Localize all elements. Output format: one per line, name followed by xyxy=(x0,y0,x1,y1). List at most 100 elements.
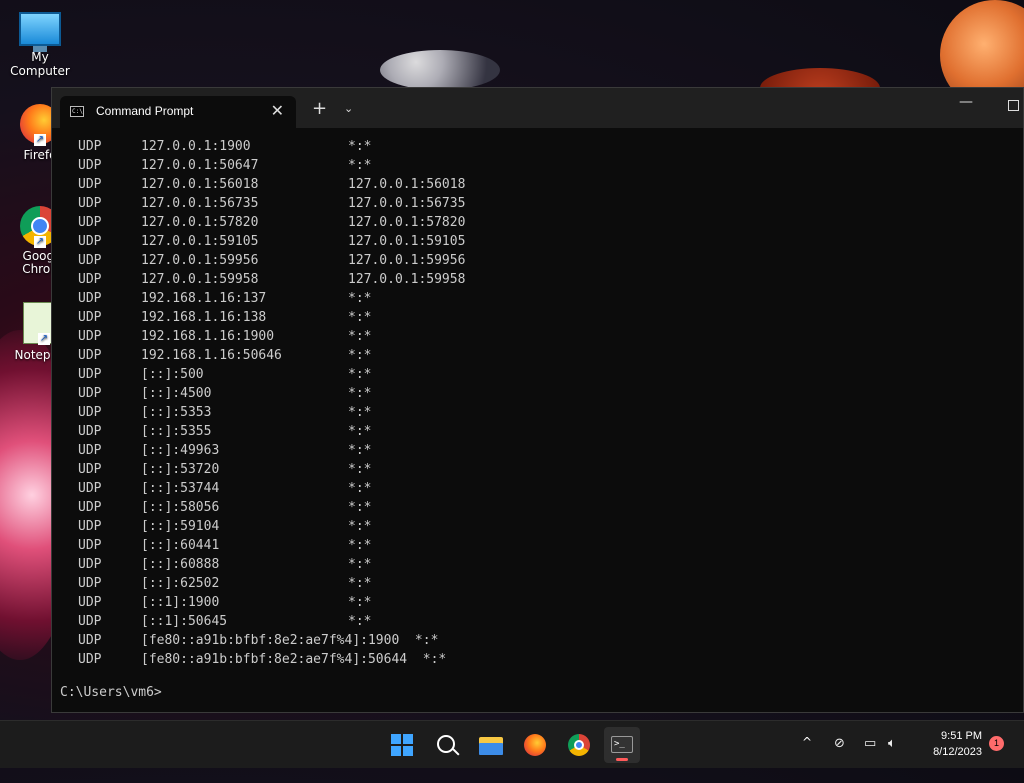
wallpaper-bubble xyxy=(380,50,500,90)
shortcut-arrow-icon: ↗ xyxy=(34,134,46,146)
protocol-cell: UDP xyxy=(78,196,102,211)
local-address-cell: 127.0.0.1:57820 xyxy=(141,215,259,230)
show-hidden-icons-button[interactable]: ^ xyxy=(802,735,812,783)
foreign-address-cell: *:* xyxy=(348,291,372,306)
terminal-row: UDP [::]:53720 *:* xyxy=(78,460,997,479)
start-icon xyxy=(391,734,401,744)
protocol-cell: UDP xyxy=(78,424,102,439)
terminal-row: UDP [::1]:50645 *:* xyxy=(78,612,997,631)
terminal-row: UDP [::]:60441 *:* xyxy=(78,536,997,555)
computer-icon xyxy=(19,12,61,52)
file-explorer-button[interactable] xyxy=(473,727,509,763)
foreign-address-cell: *:* xyxy=(348,158,372,173)
new-tab-button[interactable]: + xyxy=(312,98,327,119)
local-address-cell: [::1]:1900 xyxy=(141,595,220,610)
terminal-row: UDP [::]:4500 *:* xyxy=(78,384,997,403)
foreign-address-cell: *:* xyxy=(348,557,372,572)
local-address-cell: 192.168.1.16:138 xyxy=(141,310,267,325)
local-address-cell: 192.168.1.16:137 xyxy=(141,291,267,306)
local-address-cell: 127.0.0.1:50647 xyxy=(141,158,259,173)
protocol-cell: UDP xyxy=(78,519,102,534)
search-button[interactable] xyxy=(428,727,464,763)
cmd-icon: C:\ xyxy=(70,106,84,117)
local-address-cell: 127.0.0.1:56735 xyxy=(141,196,259,211)
search-icon-handle xyxy=(452,748,460,756)
tab-command-prompt[interactable]: C:\ Command Prompt ✕ xyxy=(60,96,296,128)
foreign-address-cell: 127.0.0.1:59105 xyxy=(348,234,466,249)
protocol-cell: UDP xyxy=(78,139,102,154)
local-address-cell: [::]:53744 xyxy=(141,481,220,496)
terminal-row: UDP 127.0.0.1:59958 127.0.0.1:59958 xyxy=(78,270,997,289)
terminal-row: UDP [fe80::a91b:bfbf:8e2:ae7f%4]:1900 *:* xyxy=(78,631,997,650)
title-bar[interactable]: C:\ Command Prompt ✕ + ⌄ — xyxy=(52,88,1023,128)
protocol-cell: UDP xyxy=(78,652,102,667)
clock-time: 9:51 PM xyxy=(941,730,982,742)
start-button[interactable] xyxy=(384,727,420,763)
shortcut-arrow-icon: ↗ xyxy=(38,333,50,345)
terminal-row: UDP [::]:49963 *:* xyxy=(78,441,997,460)
network-icon[interactable]: ⊘ xyxy=(834,736,845,751)
protocol-cell: UDP xyxy=(78,443,102,458)
foreign-address-cell: *:* xyxy=(348,310,372,325)
terminal-row: UDP 127.0.0.1:56018 127.0.0.1:56018 xyxy=(78,175,997,194)
local-address-cell: [::]:62502 xyxy=(141,576,220,591)
command-prompt-line[interactable]: C:\Users\vm6> xyxy=(60,685,162,700)
terminal-row: UDP [::]:500 *:* xyxy=(78,365,997,384)
notification-badge[interactable]: 1 xyxy=(989,736,1004,751)
close-tab-button[interactable]: ✕ xyxy=(271,101,284,120)
local-address-cell: [fe80::a91b:bfbf:8e2:ae7f%4]:1900 *:* xyxy=(141,633,439,648)
foreign-address-cell: *:* xyxy=(348,614,372,629)
protocol-cell: UDP xyxy=(78,348,102,363)
display-icon[interactable]: ▭ xyxy=(864,736,876,751)
local-address-cell: [fe80::a91b:bfbf:8e2:ae7f%4]:50644 *:* xyxy=(141,652,447,667)
taskbar: >_ ^ ⊘ ▭ 🔈︎ 9:51 PM 8/12/2023 1 xyxy=(0,720,1024,768)
terminal-row: UDP 127.0.0.1:1900 *:* xyxy=(78,137,997,156)
protocol-cell: UDP xyxy=(78,614,102,629)
foreign-address-cell: *:* xyxy=(348,443,372,458)
terminal-row: UDP 127.0.0.1:59956 127.0.0.1:59956 xyxy=(78,251,997,270)
protocol-cell: UDP xyxy=(78,291,102,306)
local-address-cell: 127.0.0.1:59958 xyxy=(141,272,259,287)
protocol-cell: UDP xyxy=(78,215,102,230)
local-address-cell: 192.168.1.16:1900 xyxy=(141,329,275,344)
terminal-row: UDP [::]:58056 *:* xyxy=(78,498,997,517)
terminal-row: UDP [::]:59104 *:* xyxy=(78,517,997,536)
local-address-cell: [::]:60441 xyxy=(141,538,220,553)
terminal-row: UDP [::]:53744 *:* xyxy=(78,479,997,498)
foreign-address-cell: *:* xyxy=(348,367,372,382)
clock[interactable]: 9:51 PM 8/12/2023 xyxy=(912,728,982,760)
local-address-cell: [::]:58056 xyxy=(141,500,220,515)
foreign-address-cell: *:* xyxy=(348,481,372,496)
foreign-address-cell: 127.0.0.1:56018 xyxy=(348,177,466,192)
chevron-down-icon[interactable]: ⌄ xyxy=(344,102,353,115)
chrome-icon xyxy=(568,734,590,756)
minimize-button[interactable]: — xyxy=(959,94,973,110)
active-indicator xyxy=(616,758,628,761)
terminal-row: UDP [::]:62502 *:* xyxy=(78,574,997,593)
protocol-cell: UDP xyxy=(78,253,102,268)
protocol-cell: UDP xyxy=(78,462,102,477)
protocol-cell: UDP xyxy=(78,633,102,648)
desktop-icon-my-computer[interactable]: My Computer xyxy=(0,8,80,78)
start-icon-part xyxy=(403,734,413,744)
start-icon-part xyxy=(403,746,413,756)
foreign-address-cell: *:* xyxy=(348,538,372,553)
terminal-taskbar-button[interactable]: >_ xyxy=(604,727,640,763)
chrome-taskbar-button[interactable] xyxy=(561,727,597,763)
local-address-cell: [::]:500 xyxy=(141,367,204,382)
local-address-cell: 192.168.1.16:50646 xyxy=(141,348,282,363)
terminal-row: UDP 192.168.1.16:50646 *:* xyxy=(78,346,997,365)
local-address-cell: [::]:5353 xyxy=(141,405,212,420)
foreign-address-cell: *:* xyxy=(348,424,372,439)
terminal-row: UDP [::]:60888 *:* xyxy=(78,555,997,574)
maximize-button[interactable] xyxy=(1008,100,1019,111)
shortcut-arrow-icon: ↗ xyxy=(34,236,46,248)
terminal-row: UDP 127.0.0.1:59105 127.0.0.1:59105 xyxy=(78,232,997,251)
local-address-cell: [::]:60888 xyxy=(141,557,220,572)
local-address-cell: [::]:59104 xyxy=(141,519,220,534)
terminal-output[interactable]: UDP 127.0.0.1:1900 *:* UDP 127.0.0.1:50647 *:… xyxy=(52,128,1023,712)
terminal-row: UDP 192.168.1.16:137 *:* xyxy=(78,289,997,308)
volume-icon[interactable]: 🔈︎ xyxy=(888,736,896,751)
local-address-cell: 127.0.0.1:56018 xyxy=(141,177,259,192)
firefox-taskbar-button[interactable] xyxy=(517,727,553,763)
